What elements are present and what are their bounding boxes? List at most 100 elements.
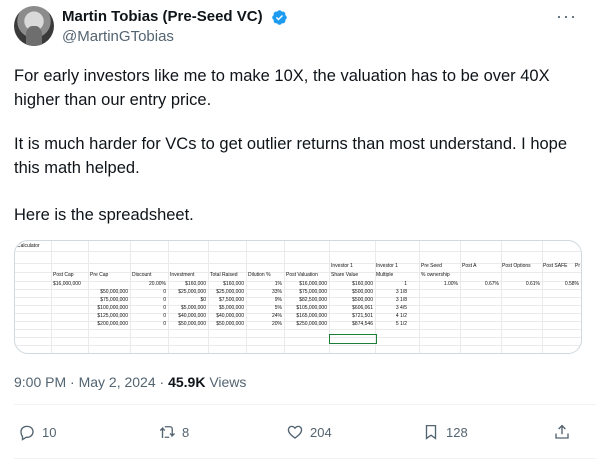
- table-cell-investment: $40,000,000: [178, 313, 206, 319]
- selected-cell[interactable]: [329, 334, 377, 344]
- bookmark-icon: [425, 424, 437, 440]
- table-cell-dilution: 33%: [271, 289, 282, 295]
- table-cell-share-value: $500,000: [352, 297, 373, 303]
- table-cell-investment: $0: [200, 297, 206, 303]
- table-cell-discount: 0: [163, 289, 166, 295]
- table-cell-total-raised: $50,000,000: [216, 321, 244, 327]
- table-cell-multiple: 3 1/8: [395, 289, 407, 295]
- share-button[interactable]: [553, 418, 571, 446]
- table-cell-multiple: 5 1/2: [395, 321, 407, 327]
- header-extra: Pr: [575, 263, 580, 269]
- table-cell-pre-cap: $50,000,000: [100, 289, 128, 295]
- header-post-valuation: Post Valuation: [286, 272, 318, 278]
- table-cell-share-value: $874,546: [352, 321, 373, 327]
- tweet-paragraph-1: For early investors like me to make 10X,…: [14, 67, 550, 109]
- table-cell-post-valuation: $75,000,000: [299, 289, 327, 295]
- reply-count: 10: [42, 424, 57, 440]
- header-post-safe: Post SAFE: [543, 263, 568, 269]
- table-cell-share-value: $606,061: [352, 305, 373, 311]
- table-cell-pre-cap: $100,000,000: [97, 305, 128, 311]
- table-cell-dilution: 20%: [271, 321, 282, 327]
- cell-post-options: 0.61%: [525, 281, 540, 287]
- table-cell-share-value: $721,501: [352, 313, 373, 319]
- like-count: 204: [310, 424, 332, 440]
- header-investment: Investment: [170, 272, 195, 278]
- table-cell-post-valuation: $165,000,000: [296, 313, 327, 319]
- table-cell-post-valuation: $105,000,000: [296, 305, 327, 311]
- header-ownership: % ownership: [421, 272, 450, 278]
- author-handle[interactable]: @MartinGTobias: [62, 28, 174, 45]
- header-pre-cap: Pre Cap: [90, 272, 109, 278]
- table-cell-total-raised: $25,000,000: [216, 289, 244, 295]
- header-investor1-share: Investor 1: [331, 263, 353, 269]
- more-options-icon[interactable]: ···: [556, 6, 577, 27]
- heart-icon: [287, 425, 303, 439]
- sheet-title: Calculator: [17, 243, 40, 249]
- cell-investment: $160,000: [185, 281, 206, 287]
- avatar[interactable]: [14, 6, 54, 46]
- cell-post-safe: 0.58%: [564, 281, 579, 287]
- table-cell-dilution: 24%: [271, 313, 282, 319]
- like-button[interactable]: 204: [286, 418, 332, 446]
- table-cell-discount: 0: [163, 297, 166, 303]
- table-cell-dilution: 5%: [274, 305, 282, 311]
- header-multiple: Multiple: [376, 272, 394, 278]
- table-cell-dilution: 9%: [274, 297, 282, 303]
- cell-multiple: 1: [404, 281, 407, 287]
- cell-discount: 20.00%: [149, 281, 166, 287]
- timestamp[interactable]: 9:00 PM · May 2, 2024 ·: [14, 374, 168, 390]
- reply-button[interactable]: 10: [18, 418, 56, 446]
- table-cell-discount: 0: [163, 313, 166, 319]
- tweet-paragraph-3: Here is the spreadsheet.: [14, 206, 194, 224]
- cell-post-cap: $16,000,000: [53, 281, 81, 287]
- cell-post-valuation: $16,000,000: [299, 281, 327, 287]
- header-post-cap: Post Cap: [53, 272, 74, 278]
- table-cell-pre-cap: $125,000,000: [97, 313, 128, 319]
- table-cell-post-valuation: $82,500,000: [299, 297, 327, 303]
- table-cell-post-valuation: $250,000,000: [296, 321, 327, 327]
- header-share-value: Share Value: [331, 272, 359, 278]
- cell-preseed: 1.00%: [443, 281, 458, 287]
- views-label: Views: [205, 374, 247, 390]
- header-preseed: Pre Seed: [421, 263, 442, 269]
- header-total-raised: Total Raised: [210, 272, 238, 278]
- table-cell-investment: $5,000,000: [180, 305, 206, 311]
- action-bar: 10 8 204 128: [0, 418, 610, 448]
- divider: [14, 458, 596, 459]
- cell-total-raised: $160,000: [223, 281, 244, 287]
- share-icon: [555, 424, 569, 439]
- table-cell-pre-cap: $200,000,000: [97, 321, 128, 327]
- cell-dilution: 1%: [274, 281, 282, 287]
- header-dilution: Dilution %: [248, 272, 271, 278]
- table-cell-total-raised: $7,500,000: [218, 297, 244, 303]
- table-cell-total-raised: $40,000,000: [216, 313, 244, 319]
- header-investor1-mult: Investor 1: [376, 263, 398, 269]
- header-post-a: Post A: [462, 263, 477, 269]
- table-cell-total-raised: $5,000,000: [218, 305, 244, 311]
- author-name[interactable]: Martin Tobias (Pre-Seed VC): [62, 8, 263, 25]
- table-cell-pre-cap: $75,000,000: [100, 297, 128, 303]
- cell-share-value: $160,000: [352, 281, 373, 287]
- table-cell-discount: 0: [163, 321, 166, 327]
- cell-post-a: 0.67%: [484, 281, 499, 287]
- table-cell-share-value: $500,000: [352, 289, 373, 295]
- verified-badge-icon: [272, 10, 287, 25]
- spreadsheet-image[interactable]: Calculator Investor 1 Investor 1 Pre See…: [14, 240, 582, 354]
- divider: [14, 404, 596, 405]
- bookmark-button[interactable]: 128: [422, 418, 468, 446]
- table-cell-multiple: 3 1/8: [395, 297, 407, 303]
- tweet-meta: 9:00 PM · May 2, 2024 · 45.9K Views: [14, 374, 246, 390]
- tweet-paragraph-2: It is much harder for VCs to get outlier…: [14, 135, 568, 177]
- table-cell-investment: $50,000,000: [178, 321, 206, 327]
- table-cell-discount: 0: [163, 305, 166, 311]
- header-post-options: Post Options: [502, 263, 531, 269]
- views-count: 45.9K: [168, 374, 206, 390]
- reply-icon: [20, 425, 34, 441]
- repost-count: 8: [182, 424, 190, 440]
- repost-button[interactable]: 8: [158, 418, 189, 446]
- bookmark-count: 128: [446, 424, 468, 440]
- table-cell-multiple: 3 4/5: [395, 305, 407, 311]
- table-cell-investment: $25,000,000: [178, 289, 206, 295]
- table-cell-multiple: 4 1/2: [395, 313, 407, 319]
- repost-icon: [159, 426, 175, 438]
